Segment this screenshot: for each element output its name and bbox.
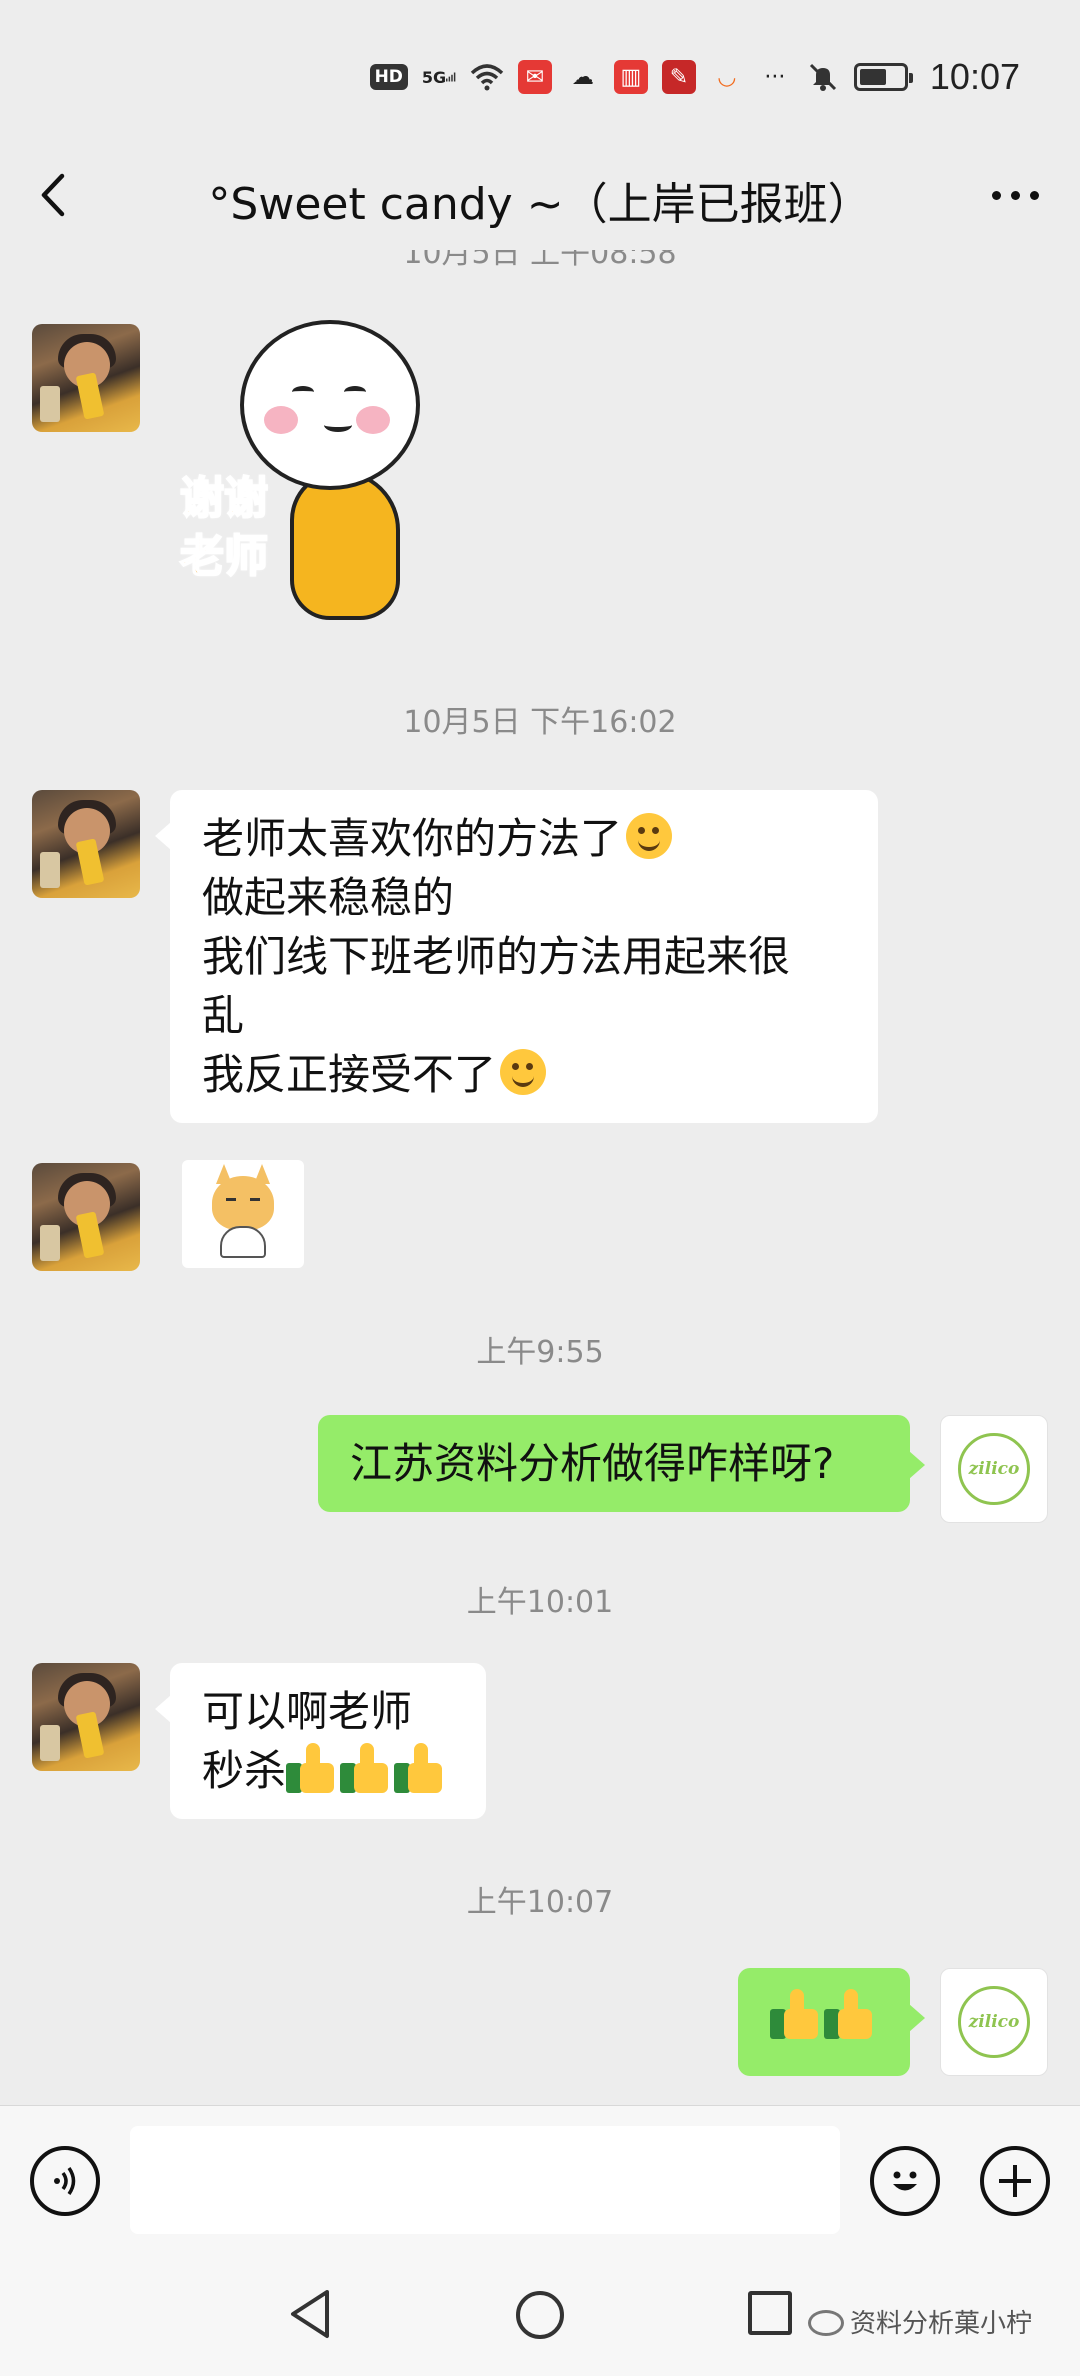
sticker-caption: 谢谢 老师 bbox=[179, 472, 269, 583]
nav-home-button[interactable] bbox=[516, 2291, 564, 2339]
cloud-icon: ☁ bbox=[571, 64, 594, 90]
more-options-button[interactable] bbox=[980, 175, 1050, 215]
chat-title: °Sweet candy ~（上岸已报班） bbox=[208, 179, 872, 230]
dot-icon bbox=[1010, 190, 1020, 200]
didi-app-icon: ◡ bbox=[717, 64, 737, 90]
plus-icon bbox=[999, 2165, 1031, 2197]
thumbs-up-icon bbox=[286, 1741, 338, 1793]
signal-icon: 5G bbox=[422, 60, 456, 94]
zilico-logo-icon: zilico bbox=[958, 1433, 1030, 1505]
chat-header: °Sweet candy ~（上岸已报班） bbox=[0, 140, 1080, 250]
chat-messages[interactable]: 10月5日 上午08:58 谢谢 老师 10月5日 下午16:02 老师太喜欢你… bbox=[0, 250, 1080, 2105]
emoji-button[interactable] bbox=[870, 2146, 940, 2216]
triangle-back-icon bbox=[291, 2290, 329, 2338]
zilico-logo-icon: zilico bbox=[958, 1986, 1030, 2058]
timestamp: 上午10:01 bbox=[466, 1585, 614, 1620]
thumbs-up-icon bbox=[340, 1741, 392, 1793]
book-app-icon: ▥ bbox=[613, 60, 648, 94]
received-message[interactable]: 老师太喜欢你的方法了 做起来稳稳的 我们线下班老师的方法用起来很 乱 我反正接受… bbox=[155, 790, 878, 1123]
sent-message[interactable]: 江苏资料分析做得咋样呀? bbox=[318, 1415, 925, 1512]
chevron-left-icon bbox=[41, 173, 65, 217]
thumbs-up-icon bbox=[394, 1741, 446, 1793]
dot-icon bbox=[991, 190, 1001, 200]
sticker-face-icon bbox=[240, 320, 420, 490]
input-bar bbox=[0, 2105, 1080, 2255]
my-avatar[interactable]: zilico bbox=[940, 1415, 1048, 1523]
dot-icon bbox=[1029, 190, 1039, 200]
thank-you-sticker[interactable]: 谢谢 老师 bbox=[179, 320, 480, 630]
status-time: 10:07 bbox=[929, 56, 1020, 97]
timestamp: 上午10:07 bbox=[466, 1885, 614, 1920]
timestamp: 10月5日 下午16:02 bbox=[403, 705, 677, 740]
wink-emoji-icon bbox=[626, 813, 673, 859]
hd-badge: HD bbox=[369, 64, 408, 90]
message-input[interactable] bbox=[130, 2126, 840, 2234]
voice-input-button[interactable] bbox=[30, 2146, 100, 2216]
voice-icon bbox=[54, 2167, 76, 2195]
thumbs-up-icon bbox=[824, 1987, 876, 2039]
timestamp: 上午9:55 bbox=[476, 1335, 604, 1370]
back-button[interactable] bbox=[30, 170, 80, 220]
received-message[interactable]: 可以啊老师 秒杀 bbox=[155, 1663, 486, 1819]
contact-avatar[interactable] bbox=[32, 1663, 140, 1771]
watermark: 资料分析菓小柠 bbox=[808, 2303, 1032, 2340]
thumbs-up-icon bbox=[770, 1987, 822, 2039]
my-avatar[interactable]: zilico bbox=[940, 1968, 1048, 2076]
more-notifications-icon: ··· bbox=[764, 64, 786, 90]
system-navigation-bar: 资料分析菓小柠 bbox=[0, 2255, 1080, 2376]
study-app-icon: ✎ bbox=[661, 60, 696, 94]
wifi-icon bbox=[470, 60, 504, 94]
contact-avatar[interactable] bbox=[32, 790, 140, 898]
doge-sticker[interactable] bbox=[182, 1160, 304, 1268]
status-icons: HD 5G ✉ ☁ ▥ ✎ ◡ ··· 10:07 bbox=[369, 52, 1020, 102]
sent-message[interactable] bbox=[738, 1968, 925, 2076]
contact-avatar[interactable] bbox=[32, 1163, 140, 1271]
mute-bell-icon bbox=[806, 60, 840, 94]
tears-of-joy-emoji-icon bbox=[500, 1049, 547, 1095]
status-bar: HD 5G ✉ ☁ ▥ ✎ ◡ ··· 10:07 bbox=[0, 0, 1080, 150]
battery-icon bbox=[853, 63, 913, 91]
nav-back-button[interactable] bbox=[285, 2287, 335, 2341]
huawei-app-icon: ✉ bbox=[517, 60, 552, 94]
more-functions-button[interactable] bbox=[980, 2146, 1050, 2216]
wechat-official-icon bbox=[808, 2310, 844, 2336]
smiley-icon bbox=[893, 2171, 917, 2191]
contact-avatar[interactable] bbox=[32, 324, 140, 432]
nav-recents-button[interactable] bbox=[748, 2291, 792, 2335]
doge-face-icon bbox=[212, 1164, 274, 1230]
timestamp: 10月5日 上午08:58 bbox=[403, 250, 677, 271]
